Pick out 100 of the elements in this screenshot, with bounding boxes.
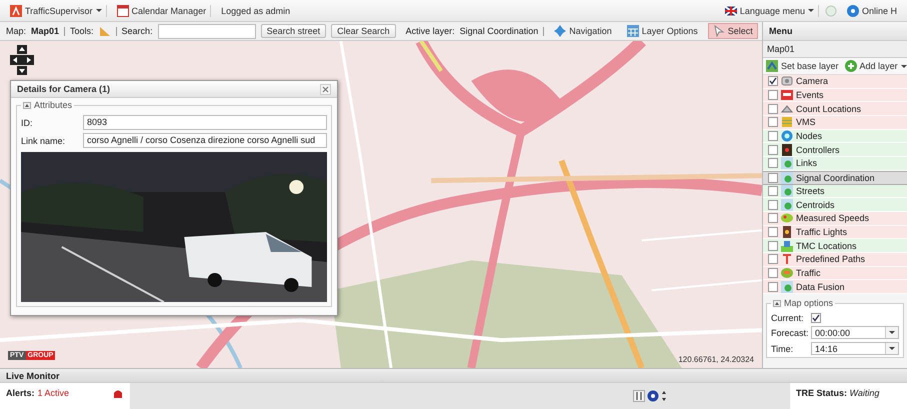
search-label: Search: [122, 26, 153, 36]
layer-name: Predefined Paths [796, 254, 866, 264]
layer-row[interactable]: Controllers [763, 143, 907, 158]
alarm-icon[interactable] [112, 388, 124, 400]
navigation-icon [554, 25, 566, 37]
checkbox[interactable] [768, 254, 778, 264]
active-layer-name: Signal Coordination [460, 26, 538, 36]
events-layer-icon [781, 89, 793, 102]
ruler-icon[interactable] [98, 25, 111, 37]
layer-row[interactable]: Centroids [763, 198, 907, 212]
layers-icon [766, 60, 778, 72]
layer-row[interactable]: Predefined Paths [763, 252, 907, 267]
layer-name: Events [796, 90, 824, 100]
map-name: Map01 [31, 26, 60, 36]
layer-row[interactable]: Nodes [763, 130, 907, 144]
app-logo-icon [10, 4, 22, 16]
layer-action-button[interactable]: Set base layer [766, 60, 839, 72]
layer-name: Count Locations [796, 104, 862, 114]
lights-layer-icon [781, 226, 793, 238]
layer-row[interactable]: Camera [763, 75, 907, 89]
map-name-header: Map01 [763, 41, 907, 58]
layer-name: Measured Speeds [796, 213, 870, 224]
layer-name: Centroids [796, 200, 835, 210]
vms-layer-icon [781, 116, 793, 128]
checkbox[interactable] [768, 240, 778, 251]
layer-name: Camera [796, 76, 828, 86]
layer-action-button[interactable]: Add layer [844, 60, 907, 72]
app-menu[interactable]: TrafficSupervisor [6, 4, 107, 16]
mode-button[interactable]: Layer Options [622, 23, 703, 39]
help-icon [846, 4, 859, 16]
layer-name: Signal Coordination [796, 172, 875, 183]
calendar-icon [116, 4, 129, 16]
calendar-manager-link[interactable]: Calendar Manager [112, 4, 212, 16]
checkbox[interactable] [811, 313, 821, 323]
layer-row[interactable]: Count Locations [763, 102, 907, 116]
count-layer-icon [781, 102, 793, 115]
layer-row[interactable]: Traffic Lights [763, 226, 907, 240]
layer-row[interactable]: Measured Speeds [763, 212, 907, 226]
active-layer-label: Active layer: [406, 26, 455, 36]
checkbox[interactable] [768, 213, 778, 224]
layer-name: Nodes [796, 131, 822, 142]
pointer-icon [712, 25, 725, 37]
layer-name: Traffic [796, 268, 821, 278]
grid-icon [626, 25, 639, 37]
time-select[interactable]: 14:16 [811, 342, 899, 355]
field-label: Forecast: [771, 328, 810, 338]
language-menu[interactable]: Language menu [720, 4, 819, 16]
mode-button[interactable]: Navigation [549, 23, 617, 39]
spinner-icon[interactable] [661, 390, 667, 402]
checkbox[interactable] [768, 104, 778, 114]
tre-status: TRE Status: Waiting [790, 383, 907, 409]
layer-row[interactable]: TMC Locations [763, 239, 907, 253]
checkbox[interactable] [768, 76, 778, 86]
mode-button[interactable]: Select [708, 23, 758, 39]
layer-row[interactable]: VMS [763, 116, 907, 130]
nodes-layer-icon [781, 130, 793, 142]
layer-name: TMC Locations [796, 240, 857, 251]
online-help-link[interactable]: Online H [842, 4, 901, 16]
checkbox[interactable] [768, 144, 778, 155]
traffic-layer-icon [781, 266, 793, 279]
live-monitor-title: Live Monitor [0, 368, 907, 383]
user-status: Logged as admin [220, 6, 292, 16]
layer-name: Data Fusion [796, 282, 845, 292]
layer-name: Traffic Lights [796, 226, 848, 237]
layer-name: VMS [796, 117, 816, 128]
layer-name: Links [796, 158, 818, 168]
paths-layer-icon [781, 253, 793, 266]
checkbox[interactable] [768, 90, 778, 100]
alerts-count: 1 Active [38, 388, 70, 398]
checkbox[interactable] [768, 172, 778, 183]
checkbox[interactable] [768, 117, 778, 128]
tmc-layer-icon [781, 240, 793, 252]
search-button[interactable]: Search street [260, 24, 326, 38]
map-label: Map: [6, 26, 26, 36]
checkbox[interactable] [768, 158, 778, 168]
speeds-layer-icon [781, 212, 793, 224]
checkbox[interactable] [768, 282, 778, 292]
layer-name: Streets [796, 186, 825, 196]
camera-layer-icon [781, 75, 793, 88]
collapse-icon[interactable] [773, 300, 781, 306]
checkbox[interactable] [768, 200, 778, 210]
alerts-label: Alerts: [6, 388, 35, 398]
search-button[interactable]: Clear Search [331, 24, 396, 38]
search-field[interactable] [158, 24, 256, 38]
layer-row[interactable]: Traffic [763, 266, 907, 280]
forecast-select[interactable]: 00:00:00 [811, 326, 899, 339]
checkbox[interactable] [768, 131, 778, 142]
layer-row[interactable]: Streets [763, 184, 907, 198]
field-label: Time: [771, 344, 794, 354]
layer-row[interactable]: Events [763, 88, 907, 102]
layer-row[interactable]: Links [763, 157, 907, 171]
layer-row[interactable]: Data Fusion [763, 280, 907, 294]
checkbox[interactable] [768, 268, 778, 278]
flag-icon [724, 4, 737, 16]
help-icon[interactable] [647, 390, 659, 402]
field-label: Current: [771, 313, 805, 323]
checkbox[interactable] [768, 226, 778, 237]
layer-row[interactable]: Signal Coordination [763, 170, 907, 184]
checkbox[interactable] [768, 186, 778, 196]
layer-name: Controllers [796, 144, 840, 155]
